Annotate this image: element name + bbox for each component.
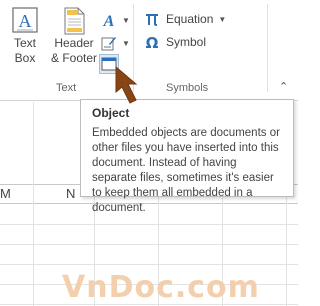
group-separator bbox=[267, 4, 268, 92]
column-header-m[interactable]: M bbox=[0, 186, 11, 201]
text-group-label: Text bbox=[56, 82, 77, 94]
equation-button[interactable]: Equation ▼ bbox=[144, 8, 226, 30]
collapse-ribbon-icon[interactable]: ⌃ bbox=[279, 80, 288, 93]
header-footer-icon bbox=[64, 7, 85, 35]
header-footer-label-line2: & Footer bbox=[50, 51, 98, 65]
grid-line bbox=[0, 244, 298, 245]
svg-text:A: A bbox=[103, 13, 115, 28]
wordart-icon: A bbox=[103, 13, 115, 28]
symbol-label: Symbol bbox=[166, 35, 207, 49]
object-tooltip: Object Embedded objects are documents or… bbox=[80, 99, 294, 214]
signature-line-icon bbox=[101, 37, 116, 51]
grid-line bbox=[0, 224, 298, 225]
symbol-button[interactable]: Ω Symbol bbox=[144, 31, 206, 53]
svg-text:Ω: Ω bbox=[146, 34, 159, 50]
signature-dropdown-icon[interactable]: ▼ bbox=[122, 39, 130, 48]
grid-line bbox=[0, 264, 298, 265]
wordart-button[interactable]: A ▼ bbox=[101, 9, 130, 31]
symbols-group-label: Symbols bbox=[166, 82, 209, 94]
ribbon: A Text Box Header & Footer A ▼ ▼ Text Eq… bbox=[0, 0, 298, 101]
header-footer-button[interactable]: Header & Footer bbox=[50, 6, 98, 66]
equation-dropdown-icon[interactable]: ▼ bbox=[218, 15, 226, 24]
wordart-dropdown-icon[interactable]: ▼ bbox=[122, 16, 130, 25]
tooltip-title: Object bbox=[92, 106, 130, 120]
column-header-n[interactable]: N bbox=[66, 186, 75, 201]
header-footer-label-line1: Header bbox=[54, 36, 94, 50]
pi-icon bbox=[146, 14, 158, 26]
watermark: VnDoc.com bbox=[62, 270, 260, 305]
text-box-button[interactable]: A Text Box bbox=[6, 6, 44, 66]
signature-line-button[interactable]: ▼ bbox=[101, 32, 130, 54]
omega-icon: Ω bbox=[146, 34, 159, 50]
grid-line bbox=[33, 102, 34, 306]
svg-text:A: A bbox=[19, 11, 32, 31]
pointer-arrow-icon bbox=[115, 66, 138, 104]
equation-label: Equation bbox=[166, 12, 214, 26]
text-box-label-line1: Text bbox=[13, 36, 36, 50]
tooltip-body: Embedded objects are documents or other … bbox=[92, 127, 280, 214]
text-box-icon: A bbox=[12, 7, 38, 33]
text-box-label-line2: Box bbox=[14, 51, 36, 65]
